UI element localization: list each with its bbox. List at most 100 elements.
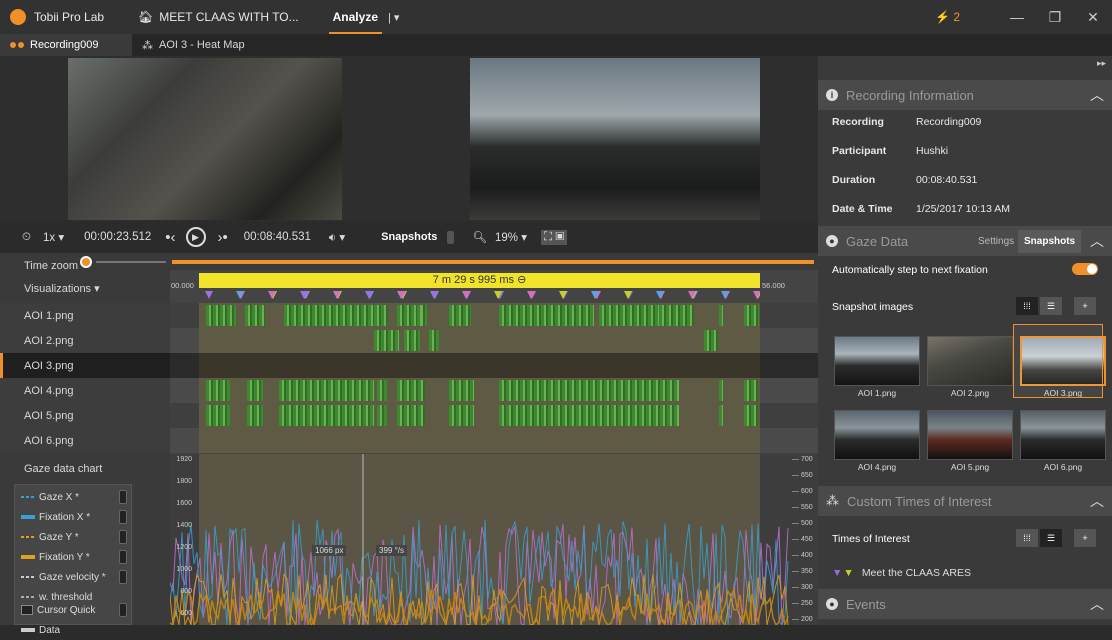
chevron-up-icon[interactable]: ︿: [1090, 594, 1104, 614]
minimize-icon[interactable]: —: [998, 9, 1036, 25]
aoi-row[interactable]: AOI 5.png: [0, 403, 170, 428]
snapshot-thumbnail[interactable]: [927, 336, 1013, 386]
aoi-row[interactable]: AOI 2.png: [0, 328, 170, 353]
step-forward-button[interactable]: ›•: [218, 229, 228, 246]
add-toi-icon[interactable]: +: [1074, 529, 1096, 547]
aoi-hit-segment: [449, 380, 474, 401]
visualizations-row[interactable]: Visualizations ▾: [0, 276, 170, 301]
toi-list-view-icon[interactable]: ☰: [1040, 529, 1062, 547]
legend-toggle[interactable]: [119, 550, 127, 564]
add-snapshot-icon[interactable]: +: [1074, 297, 1096, 315]
legend-item[interactable]: Gaze Y *: [15, 527, 133, 547]
y-tick-left: 1000: [176, 566, 192, 573]
cursor-vel-label: 399 °/s: [376, 545, 407, 556]
gaze-data-title: Gaze Data: [846, 233, 909, 249]
snapshot-thumbnail[interactable]: [1020, 410, 1106, 460]
gaze-chart-plot: [170, 454, 789, 625]
events-title: Events: [846, 596, 886, 612]
aoi-track: [170, 303, 818, 328]
cursor-px-label: 1066 px: [312, 545, 347, 556]
aoi-row[interactable]: AOI 3.png: [0, 353, 170, 378]
events-header[interactable]: ● Events ︿: [818, 589, 1112, 619]
snapshot-thumbnail[interactable]: [927, 410, 1013, 460]
custom-toi-header[interactable]: ⁂ Custom Times of Interest ︿: [818, 486, 1112, 516]
legend-item[interactable]: Gaze X *: [15, 487, 133, 507]
aoi-hit-segment: [279, 380, 374, 401]
legend-label: Data: [39, 624, 61, 636]
grid-view-icon[interactable]: ⁞⁞⁞: [1016, 297, 1038, 315]
settings-tab[interactable]: Settings: [978, 236, 1014, 247]
legend-swatch: [21, 555, 35, 559]
info-key: Date & Time: [832, 202, 893, 215]
list-view-icon[interactable]: ☰: [1040, 297, 1062, 315]
snapshot-thumbnail[interactable]: [834, 410, 920, 460]
play-button[interactable]: ▶: [185, 227, 206, 247]
y-tick-right: — 550: [792, 504, 813, 511]
legend-item[interactable]: Fixation Y *: [15, 547, 133, 567]
speed-select[interactable]: 1x ▾: [43, 230, 64, 244]
aoi-hit-segment: [744, 380, 758, 401]
aoi-row[interactable]: AOI 1.png: [0, 303, 170, 328]
aoi-row[interactable]: AOI 4.png: [0, 378, 170, 403]
chevron-up-icon[interactable]: ︿: [1090, 491, 1104, 511]
chevron-up-icon[interactable]: ︿: [1090, 85, 1104, 105]
close-icon[interactable]: ✕: [1074, 9, 1112, 26]
home-icon: 🏠︎: [138, 10, 154, 24]
aoi-hit-segment: [499, 305, 594, 326]
aoi-row[interactable]: AOI 6.png: [0, 428, 170, 453]
time-zoom-knob[interactable]: [80, 256, 92, 268]
legend-item[interactable]: Data: [15, 620, 133, 640]
aoi-hit-segment: [499, 405, 679, 426]
legend-swatch: [21, 596, 35, 598]
legend-item[interactable]: Gaze velocity *: [15, 567, 133, 587]
heatmap-icon: ⁂: [142, 39, 153, 52]
time-zoom-track[interactable]: [172, 260, 814, 264]
aoi-hit-segment: [279, 405, 374, 426]
info-value: 1/25/2017 10:13 AM: [916, 202, 1010, 215]
tab-recording-label: Recording009: [30, 39, 99, 51]
time-zoom-slider[interactable]: [96, 261, 166, 263]
project-button[interactable]: 🏠︎ MEET CLAAS WITH TO...: [138, 10, 299, 24]
maximize-icon[interactable]: ❐: [1036, 9, 1074, 26]
chevron-up-icon[interactable]: ︿: [1090, 231, 1104, 251]
snapshots-button[interactable]: Snapshots: [381, 231, 437, 243]
aoi-hit-segment: [397, 380, 425, 401]
legend-toggle[interactable]: [119, 490, 127, 504]
fit-icon[interactable]: ⛶ ▣: [540, 229, 568, 245]
snapshots-tab[interactable]: Snapshots: [1018, 230, 1082, 253]
zoom-select[interactable]: 19% ▾: [495, 230, 527, 244]
legend-toggle[interactable]: [119, 530, 127, 544]
mode-dropdown-icon[interactable]: | ▾: [388, 11, 399, 24]
aoi-hit-segment: [247, 380, 263, 401]
tab-heatmap[interactable]: ⁂ AOI 3 - Heat Map: [132, 34, 255, 56]
legend-label: Fixation Y *: [39, 551, 90, 563]
volume-button[interactable]: 🔉︎ ▾: [329, 230, 345, 245]
selection-range[interactable]: 7 m 29 s 995 ms ⊖: [199, 273, 760, 288]
legend-swatch: [21, 515, 35, 519]
legend-toggle[interactable]: [119, 510, 127, 524]
step-back-button[interactable]: •‹: [165, 229, 175, 246]
auto-step-toggle[interactable]: [1072, 263, 1098, 275]
legend-toggle[interactable]: [119, 603, 127, 617]
toi-item-label: Meet the CLAAS ARES: [861, 567, 971, 579]
notification-button[interactable]: ⚡ 2: [935, 10, 960, 24]
tab-recording[interactable]: Recording009: [0, 34, 132, 56]
gaze-chart-legend: Gaze X * Fixation X * Gaze Y * Fixation Y *…: [14, 484, 133, 636]
snapshots-toggle[interactable]: [447, 230, 455, 244]
aoi-hit-segment: [704, 330, 718, 351]
legend-item[interactable]: Fixation X *: [15, 507, 133, 527]
event-marker[interactable]: [753, 291, 760, 299]
recording-info-header[interactable]: i Recording Information ︿: [818, 80, 1112, 110]
collapse-panel-icon[interactable]: ▸▸: [1097, 58, 1106, 69]
toi-grid-view-icon[interactable]: ⁞⁞⁞: [1016, 529, 1038, 547]
event-marker[interactable]: [205, 291, 213, 299]
legend-swatch: [21, 536, 35, 538]
legend-item[interactable]: Cursor Quick: [15, 600, 133, 620]
aoi-hit-segment: [449, 405, 474, 426]
snapshot-thumbnail[interactable]: [834, 336, 920, 386]
analyze-tab[interactable]: Analyze: [328, 10, 383, 34]
recording-icon: [10, 42, 16, 48]
legend-toggle[interactable]: [119, 570, 127, 584]
gaze-data-header[interactable]: ● Gaze Data Settings Snapshots ︿: [818, 226, 1112, 256]
toi-item[interactable]: ▼ ▼ Meet the CLAAS ARES: [832, 567, 971, 579]
